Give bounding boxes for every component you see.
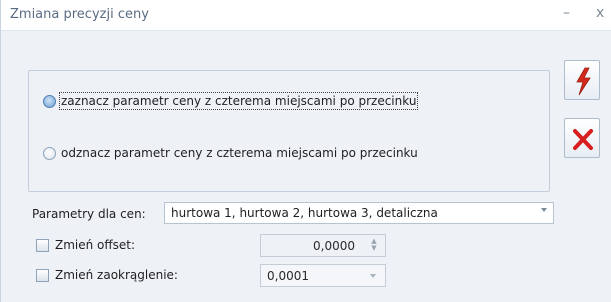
prices-dropdown[interactable]: hurtowa 1, hurtowa 2, hurtowa 3, detalic… [164, 202, 554, 224]
prices-label: Parametry dla cen: [32, 207, 146, 221]
precision-options-group [28, 70, 550, 192]
red-x-icon [573, 129, 593, 150]
window-title: Zmiana precyzji ceny [10, 7, 149, 22]
rounding-label[interactable]: Zmień zaokrąglenie: [55, 268, 178, 282]
radio-set-precision[interactable]: zaznacz parametr ceny z czterema miejsca… [43, 92, 419, 110]
offset-checkbox[interactable] [36, 239, 49, 252]
radio-unchecked-icon[interactable] [43, 146, 56, 160]
rounding-value: 0,0001 [267, 269, 309, 283]
radio-checked-icon[interactable] [43, 94, 56, 108]
lightning-icon [576, 67, 591, 96]
dialog-window: Zmiana precyzji ceny – x zaznacz paramet… [0, 0, 611, 302]
radio-unset-label[interactable]: odznacz parametr ceny z czterema miejsca… [61, 146, 418, 160]
radio-unset-precision[interactable]: odznacz parametr ceny z czterema miejsca… [43, 146, 418, 160]
offset-stepper[interactable]: 0,0000 ▲ ▼ [260, 234, 386, 257]
chevron-down-icon[interactable] [370, 274, 376, 278]
minimize-button[interactable]: – [563, 5, 570, 21]
spinner-arrows-icon[interactable]: ▲ ▼ [370, 238, 378, 253]
close-button[interactable]: x [596, 5, 604, 21]
prices-dropdown-value: hurtowa 1, hurtowa 2, hurtowa 3, detalic… [171, 206, 438, 220]
rounding-dropdown[interactable]: 0,0001 [260, 264, 386, 287]
offset-label[interactable]: Zmień offset: [55, 238, 135, 252]
offset-value: 0,0000 [313, 239, 355, 253]
title-bar: Zmiana precyzji ceny – x [1, 0, 611, 31]
confirm-button[interactable] [564, 60, 600, 100]
rounding-checkbox[interactable] [36, 269, 49, 282]
chevron-down-icon[interactable] [541, 208, 547, 212]
radio-set-label[interactable]: zaznacz parametr ceny z czterema miejsca… [58, 92, 419, 110]
cancel-button[interactable] [564, 118, 600, 158]
